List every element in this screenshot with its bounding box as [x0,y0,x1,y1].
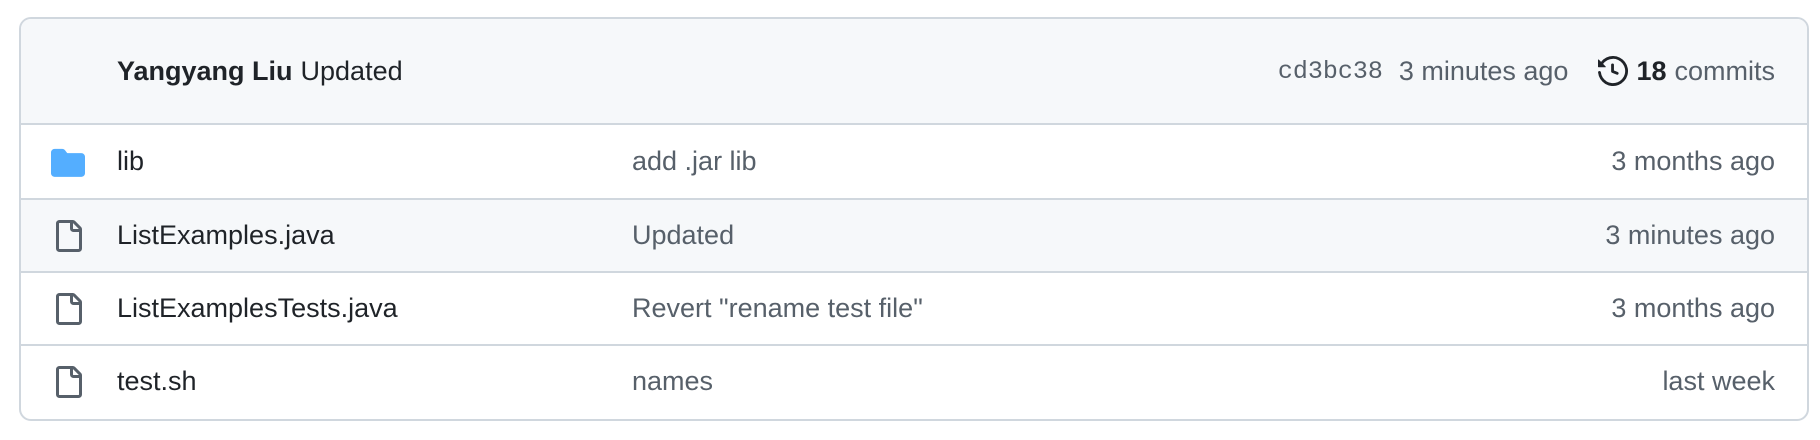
file-commit-message-link[interactable]: add .jar lib [632,146,757,177]
file-icon [51,346,85,417]
file-age: 3 months ago [1611,146,1775,176]
file-age: last week [1662,366,1775,396]
file-commit-message-link[interactable]: Revert "rename test file" [632,293,923,324]
file-icon [51,200,85,271]
file-name-link[interactable]: ListExamples.java [117,220,335,251]
latest-commit-bar: Yangyang Liu Updated cd3bc38 3 minutes a… [21,19,1807,125]
commit-message-link[interactable]: Updated [301,56,403,87]
file-row-lib[interactable]: lib add .jar lib 3 months ago [21,125,1807,198]
file-age: 3 minutes ago [1605,220,1775,250]
file-row-listexamplestests[interactable]: ListExamplesTests.java Revert "rename te… [21,271,1807,344]
file-commit-message-link[interactable]: names [632,366,713,397]
latest-commit-meta: cd3bc38 3 minutes ago 18 commits [1278,19,1775,123]
file-browser-box: Yangyang Liu Updated cd3bc38 3 minutes a… [19,17,1809,421]
commit-count: 18 [1636,55,1667,86]
file-name-link[interactable]: ListExamplesTests.java [117,293,398,324]
commit-sha-link[interactable]: cd3bc38 [1278,57,1383,86]
commit-author-link[interactable]: Yangyang Liu [117,56,293,87]
file-icon [51,273,85,344]
file-name-link[interactable]: test.sh [117,366,197,397]
file-row-listexamples[interactable]: ListExamples.java Updated 3 minutes ago [21,198,1807,271]
file-commit-message-link[interactable]: Updated [632,220,734,251]
file-row-test-sh[interactable]: test.sh names last week [21,344,1807,417]
commits-history-link[interactable]: 18 commits [1598,56,1775,87]
commit-time: 3 minutes ago [1398,55,1569,86]
history-icon [1598,56,1629,86]
file-list: lib add .jar lib 3 months ago ListExampl… [21,125,1807,417]
file-age: 3 months ago [1611,293,1775,323]
folder-icon [51,125,85,198]
latest-commit-summary: Yangyang Liu Updated [117,19,403,123]
commit-count-label: commits [1674,55,1776,86]
file-name-link[interactable]: lib [117,146,144,177]
